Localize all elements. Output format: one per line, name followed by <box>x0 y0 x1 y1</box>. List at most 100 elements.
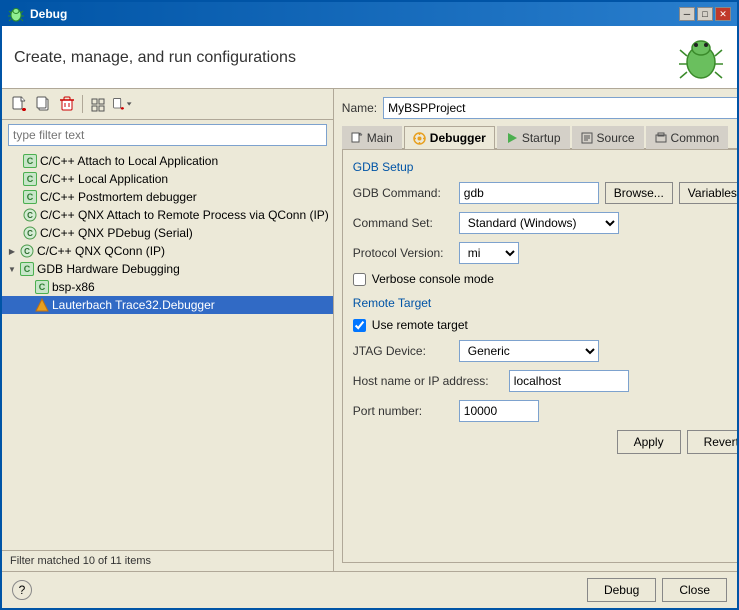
expand-arrow-qnx: ▶ <box>6 245 18 257</box>
gdb-command-input[interactable] <box>459 182 599 204</box>
tab-startup[interactable]: Startup <box>497 126 570 149</box>
common-tab-icon <box>655 132 667 144</box>
tab-source-label: Source <box>597 131 635 145</box>
port-row: Port number: <box>353 400 737 422</box>
jtag-label: JTAG Device: <box>353 344 453 358</box>
remote-target-title: Remote Target <box>353 296 737 310</box>
svg-text:C: C <box>27 229 33 238</box>
toolbar <box>2 89 333 120</box>
host-row: Host name or IP address: <box>353 370 737 392</box>
qnx-icon-1: C <box>22 207 38 223</box>
tree-item-attach-local[interactable]: C C/C++ Attach to Local Application <box>2 152 333 170</box>
protocol-label: Protocol Version: <box>353 246 453 260</box>
tab-main[interactable]: Main <box>342 126 402 149</box>
debug-window: Debug ─ □ ✕ Create, manage, and run conf… <box>0 0 739 610</box>
tree-item-qnx-attach[interactable]: C C/C++ QNX Attach to Remote Process via… <box>2 206 333 224</box>
c-badge-icon: C <box>22 153 38 169</box>
protocol-row: Protocol Version: mi mi2 mi3 <box>353 242 737 264</box>
tab-debugger[interactable]: Debugger <box>404 126 495 149</box>
tree-item-postmortem[interactable]: C C/C++ Postmortem debugger <box>2 188 333 206</box>
variables-button[interactable]: Variables... <box>679 182 737 204</box>
tab-main-label: Main <box>367 131 393 145</box>
duplicate-config-button[interactable] <box>32 93 54 115</box>
svg-text:C: C <box>27 211 33 220</box>
protocol-select[interactable]: mi mi2 mi3 <box>459 242 519 264</box>
gdb-command-row: GDB Command: Browse... Variables... <box>353 182 737 204</box>
c-badge-icon-bsp: C <box>34 279 50 295</box>
command-set-row: Command Set: Standard (Windows) Standard… <box>353 212 737 234</box>
command-set-select[interactable]: Standard (Windows) Standard Cygwin <box>459 212 619 234</box>
delete-config-button[interactable] <box>56 93 78 115</box>
tree-item-bsp-x86[interactable]: C bsp-x86 <box>2 278 333 296</box>
expand-arrow-gdb: ▼ <box>6 263 18 275</box>
command-set-label: Command Set: <box>353 216 453 230</box>
source-tab-icon <box>581 132 593 144</box>
window-title: Debug <box>30 7 67 21</box>
verbose-label: Verbose console mode <box>372 272 494 286</box>
config-tree: C C/C++ Attach to Local Application C C/… <box>2 150 333 550</box>
use-remote-checkbox[interactable] <box>353 319 366 332</box>
tabs-bar: Main Debugger Startup Source Common <box>342 125 737 149</box>
tab-common[interactable]: Common <box>646 126 729 149</box>
bug-logo-icon <box>677 34 725 82</box>
apply-button[interactable]: Apply <box>617 430 681 454</box>
close-button[interactable]: Close <box>662 578 727 602</box>
jtag-select[interactable]: Generic OpenOCD <box>459 340 599 362</box>
footer-buttons: Debug Close <box>587 578 727 602</box>
new-config-button[interactable] <box>8 93 30 115</box>
filter-wrap <box>2 120 333 150</box>
help-button[interactable]: ? <box>12 580 32 600</box>
tab-startup-label: Startup <box>522 131 561 145</box>
tree-item-lauterbach[interactable]: Lauterbach Trace32.Debugger <box>2 296 333 314</box>
right-panel: Name: Main Debugger Startup <box>334 89 737 571</box>
c-badge-icon-3: C <box>22 189 38 205</box>
gdb-command-label: GDB Command: <box>353 186 453 200</box>
tree-item-local[interactable]: C C/C++ Local Application <box>2 170 333 188</box>
tree-item-qnx-pdebug[interactable]: C C/C++ QNX PDebug (Serial) <box>2 224 333 242</box>
remote-section: Remote Target Use remote target JTAG Dev… <box>353 296 737 422</box>
verbose-checkbox[interactable] <box>353 273 366 286</box>
window-header: Create, manage, and run configurations <box>2 26 737 89</box>
tab-source[interactable]: Source <box>572 126 644 149</box>
c-badge-icon-gdb: C <box>19 261 35 277</box>
port-input[interactable] <box>459 400 539 422</box>
c-badge-icon-2: C <box>22 171 38 187</box>
host-input[interactable] <box>509 370 629 392</box>
header-title: Create, manage, and run configurations <box>14 49 296 67</box>
debug-button[interactable]: Debug <box>587 578 656 602</box>
use-remote-label: Use remote target <box>372 318 468 332</box>
name-label: Name: <box>342 101 377 115</box>
tab-debugger-label: Debugger <box>430 131 486 145</box>
lauterbach-icon <box>34 297 50 313</box>
revert-button[interactable]: Revert <box>687 430 737 454</box>
tree-item-gdb-hw[interactable]: ▼ C GDB Hardware Debugging <box>2 260 333 278</box>
collapse-all-button[interactable] <box>87 93 109 115</box>
host-label: Host name or IP address: <box>353 374 503 388</box>
use-remote-row: Use remote target <box>353 318 737 332</box>
jtag-row: JTAG Device: Generic OpenOCD <box>353 340 737 362</box>
debugger-tab-icon <box>413 132 426 145</box>
svg-text:C: C <box>24 247 30 256</box>
browse-button[interactable]: Browse... <box>605 182 673 204</box>
window-footer: ? Debug Close <box>2 571 737 608</box>
maximize-button[interactable]: □ <box>697 7 713 21</box>
window-close-button[interactable]: ✕ <box>715 7 731 21</box>
apply-revert-buttons: Apply Revert <box>353 430 737 454</box>
config-panel: GDB Setup GDB Command: Browse... Variabl… <box>342 149 737 563</box>
qnx-icon-3: C <box>19 243 35 259</box>
left-panel: C C/C++ Attach to Local Application C C/… <box>2 89 334 571</box>
tree-item-qnx-qconn[interactable]: ▶ C C/C++ QNX QConn (IP) <box>2 242 333 260</box>
new-type-dropdown-button[interactable] <box>111 93 133 115</box>
toolbar-separator-1 <box>82 95 83 113</box>
name-input[interactable] <box>383 97 737 119</box>
verbose-row: Verbose console mode <box>353 272 737 286</box>
gdb-setup-title: GDB Setup <box>353 160 737 174</box>
filter-status: Filter matched 10 of 11 items <box>2 550 333 571</box>
tab-common-label: Common <box>671 131 720 145</box>
main-tab-icon <box>351 132 363 144</box>
debug-title-icon <box>8 6 24 22</box>
filter-input[interactable] <box>8 124 327 146</box>
qnx-icon-2: C <box>22 225 38 241</box>
minimize-button[interactable]: ─ <box>679 7 695 21</box>
startup-tab-icon <box>506 132 518 144</box>
